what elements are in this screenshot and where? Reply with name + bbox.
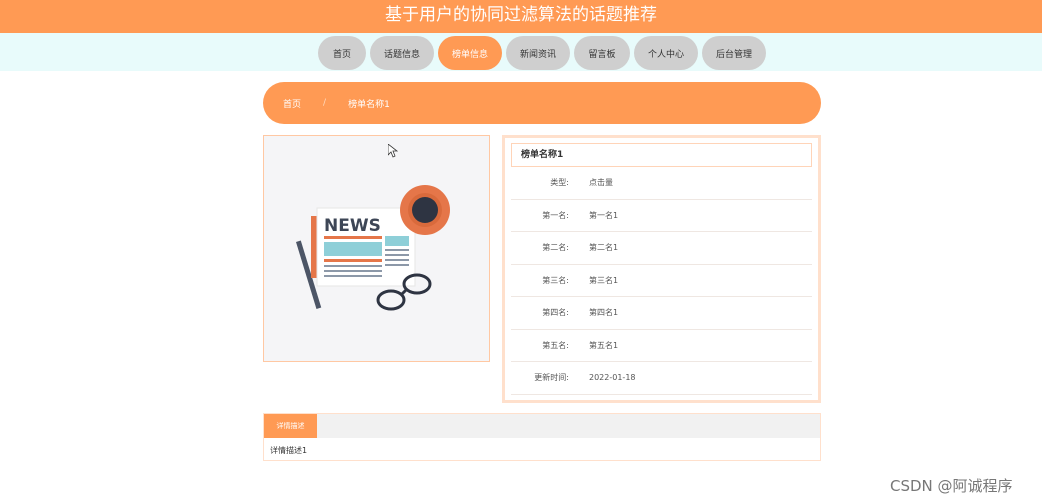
detail-row: 第三名: 第三名1 [511, 265, 812, 297]
detail-row: 第一名: 第一名1 [511, 200, 812, 232]
detail-rows: 类型: 点击量第一名: 第一名1 第二名: 第二名1 第三名: 第三名1 第四名: 第四名1 第五… [505, 167, 818, 395]
nav-item-6[interactable]: 后台管理 [702, 36, 766, 70]
nav-item-1[interactable]: 话题信息 [370, 36, 434, 70]
breadcrumb: 首页 / 榜单名称1 [263, 82, 821, 124]
detail-tabs: 详情描述 详情描述1 [263, 413, 821, 461]
detail-row-value: 2022-01-18 [589, 373, 636, 383]
detail-row: 第二名: 第二名1 [511, 232, 812, 265]
detail-row-value: 第三名1 [589, 275, 619, 285]
nav-item-3[interactable]: 新闻资讯 [506, 36, 570, 70]
detail-row-label: 第一名: [542, 210, 569, 220]
breadcrumb-separator: / [323, 98, 327, 108]
ranking-image: NEWS [263, 135, 490, 362]
news-headline: NEWS [324, 216, 381, 236]
breadcrumb-home[interactable]: 首页 [283, 97, 301, 110]
tab-content: 详情描述1 [270, 446, 308, 455]
nav-item-2[interactable]: 榜单信息 [438, 36, 502, 70]
detail-row-value: 第二名1 [589, 243, 619, 253]
detail-row: 类型: 点击量 [511, 167, 812, 200]
tab-description[interactable]: 详情描述 [264, 414, 317, 438]
detail-row-label: 类型: [550, 178, 569, 188]
detail-row-label: 更新时间: [534, 373, 569, 383]
mouse-cursor-icon [388, 144, 398, 158]
nav-item-5[interactable]: 个人中心 [634, 36, 698, 70]
detail-title: 榜单名称1 [511, 143, 812, 167]
nav-item-4[interactable]: 留言板 [574, 36, 630, 70]
nav-item-0[interactable]: 首页 [318, 36, 366, 70]
detail-row-label: 第二名: [542, 243, 569, 253]
detail-row: 更新时间: 2022-01-18 [511, 362, 812, 395]
ranking-detail-panel: 榜单名称1 类型: 点击量第一名: 第一名1 第二名: 第二名1 第三名: 第三名1 第四名:… [502, 135, 821, 403]
detail-row: 第五名: 第五名1 [511, 330, 812, 362]
detail-row-label: 第三名: [542, 275, 569, 285]
detail-row-value: 第五名1 [589, 340, 619, 350]
main-nav: 首页 话题信息 榜单信息 新闻资讯 留言板 个人中心 后台管理 [318, 36, 766, 70]
detail-row-value: 第四名1 [589, 308, 619, 318]
tab-header: 详情描述 [264, 414, 820, 438]
site-header: 基于用户的协同过滤算法的话题推荐 [0, 0, 1042, 33]
news-illustration-icon: NEWS [296, 185, 450, 311]
breadcrumb-current: 榜单名称1 [348, 99, 390, 110]
detail-row-value: 第一名1 [589, 210, 619, 220]
watermark: CSDN @阿诚程序 [890, 477, 1013, 495]
detail-row-value: 点击量 [589, 178, 613, 188]
site-title: 基于用户的协同过滤算法的话题推荐 [385, 5, 657, 25]
detail-row-label: 第四名: [542, 308, 569, 318]
detail-row: 第四名: 第四名1 [511, 297, 812, 330]
detail-row-label: 第五名: [542, 340, 569, 350]
